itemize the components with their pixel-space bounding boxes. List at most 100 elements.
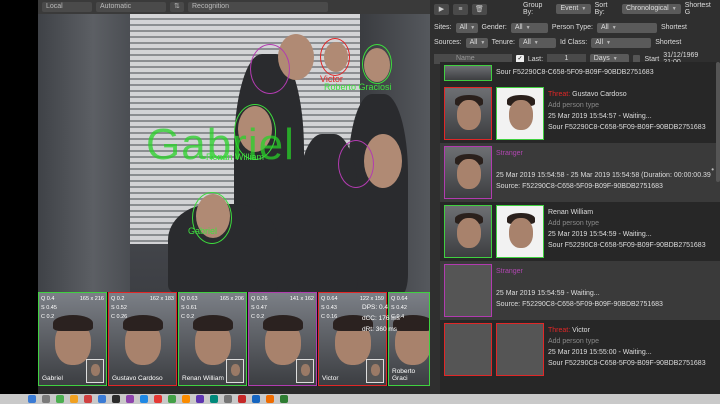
dock-app-icon[interactable] [252, 395, 260, 403]
thumbnail-card[interactable]: Q 0.4 165 x 216 S 0.45 C 0.2 Gabriel [38, 292, 107, 386]
add-person-type-link[interactable]: Add person type [548, 100, 706, 111]
thumbnail-name: Gustavo Cardoso [112, 375, 163, 382]
id-class-select[interactable]: All ▼ [591, 37, 652, 48]
dock-app-icon[interactable] [28, 395, 36, 403]
event-item[interactable]: Renan William Add person type 25 Mar 201… [440, 202, 720, 261]
tenure-select[interactable]: All ▼ [518, 37, 556, 48]
gender-value: All [514, 23, 523, 31]
quality-value: Q 0.2 [111, 296, 125, 302]
face-detection-ellipse [320, 38, 350, 76]
thumbnail-card[interactable]: Q 0.26 141 x 162 S 0.47 C 0.2 [248, 292, 317, 386]
events-scrollbar[interactable] [716, 62, 720, 182]
dock-app-icon[interactable] [42, 395, 50, 403]
person-name: Victor [572, 327, 590, 334]
events-list[interactable]: Sour F52290C8-C658-5F09-B09F-90BDB275168… [440, 62, 720, 394]
event-identity-image [496, 323, 544, 376]
event-time: 25 Mar 2019 15:54:58 - 25 Mar 2019 15:54… [496, 172, 711, 179]
dock-app-icon[interactable] [238, 395, 246, 403]
sites-select[interactable]: All ▼ [455, 22, 478, 33]
group-by-select[interactable]: Event ▼ [556, 4, 591, 14]
source-select[interactable]: Local [42, 2, 92, 12]
chevron-down-icon: ▼ [480, 39, 486, 46]
dock-app-icon[interactable] [56, 395, 64, 403]
dock-app-icon[interactable] [98, 395, 106, 403]
face-detection-ellipse [338, 140, 374, 188]
camera-feed[interactable]: Gabriel Victor Roberto Graciosi Renan Wi… [38, 14, 430, 292]
thumbnail-stats: Q 0.2 162 x 183 S 0.52 C 0.26 [111, 295, 174, 322]
face-detection-ellipse [250, 44, 290, 94]
event-source: Sour F52290C8-C658-5F09-B09F-90BDB275168… [496, 69, 654, 76]
dock-app-icon[interactable] [154, 395, 162, 403]
drt-readout: dRt: 360 ms [362, 326, 398, 333]
event-text: Renan William Add person type 25 Mar 201… [548, 205, 706, 251]
sort-by-select[interactable]: Chronological ▼ [621, 4, 681, 14]
recognition-select[interactable]: Recognition [188, 2, 328, 12]
dock-app-icon[interactable] [210, 395, 218, 403]
score-value: S 0.61 [181, 305, 197, 311]
dock-app-icon[interactable] [224, 395, 232, 403]
dock-app-icon[interactable] [84, 395, 92, 403]
dock-app-icon[interactable] [70, 395, 78, 403]
dock-app-icon[interactable] [196, 395, 204, 403]
add-person-type-link[interactable]: Add person type [548, 336, 706, 347]
confidence-value: C 0.2 [251, 314, 265, 320]
dock-app-icon[interactable] [182, 395, 190, 403]
event-source: Sour F52290C8-C658-5F09-B09F-90BDB275168… [548, 242, 706, 249]
quality-value: Q 0.26 [251, 296, 268, 302]
gender-select[interactable]: All ▼ [510, 22, 548, 33]
event-text: Stranger 25 Mar 2019 15:54:58 - 25 Mar 2… [496, 146, 711, 192]
dock-app-icon[interactable] [168, 395, 176, 403]
play-icon[interactable]: ▶ [434, 3, 449, 15]
face-detection-ellipse [192, 192, 232, 244]
event-source: Sour F52290C8-C658-5F09-B09F-90BDB275168… [548, 360, 706, 367]
score-value: S 0.45 [41, 305, 57, 311]
size-value: 165 x 206 [219, 296, 244, 302]
trash-icon[interactable]: 🗑 [471, 3, 487, 15]
event-item[interactable]: Threat: Gustavo Cardoso Add person type … [440, 84, 720, 143]
dock-app-icon[interactable] [140, 395, 148, 403]
event-capture-image [444, 65, 492, 81]
more-icon[interactable]: • [711, 165, 714, 174]
shortest-label-3: Shortest [655, 39, 682, 46]
event-item[interactable]: Threat: Victor Add person type 25 Mar 20… [440, 320, 720, 379]
sources-label: Sources: [434, 39, 462, 46]
stranger-tag: Stranger [496, 150, 523, 157]
chevron-down-icon: ▼ [533, 39, 539, 46]
sort-by-label: Sort By: [594, 2, 608, 16]
quality-value: Q 0.4 [41, 296, 55, 302]
event-text: Threat: Gustavo Cardoso Add person type … [548, 87, 706, 133]
event-text: Threat: Victor Add person type 25 Mar 20… [548, 323, 706, 369]
dock-app-icon[interactable] [126, 395, 134, 403]
thumbnail-card[interactable]: Q 0.2 162 x 183 S 0.52 C 0.26 Gustavo Car… [108, 292, 177, 386]
mode-select[interactable]: Automatic [96, 2, 166, 12]
event-item[interactable]: Sour F52290C8-C658-5F09-B09F-90BDB275168… [440, 62, 720, 84]
sites-label: Sites: [434, 24, 452, 31]
add-person-type-link[interactable]: Add person type [548, 218, 706, 229]
thumbnail-name: Renan William [182, 375, 224, 382]
event-item[interactable]: Stranger 25 Mar 2019 15:54:58 - 25 Mar 2… [440, 143, 720, 202]
person-type-select[interactable]: All ▼ [596, 22, 657, 33]
threat-label: Threat: [548, 91, 571, 98]
event-time: 25 Mar 2019 15:54:59 - Waiting... [548, 231, 652, 238]
thumbnail-name: Roberto Graci [392, 368, 416, 382]
size-value: 165 x 216 [79, 296, 104, 302]
dock-app-icon[interactable] [266, 395, 274, 403]
thumbnail-card[interactable]: Q 0.63 165 x 206 S 0.61 C 0.2 Renan Willi… [178, 292, 247, 386]
quality-value: Q 0.64 [321, 296, 338, 302]
person-name: Renan William [548, 209, 594, 216]
face [457, 218, 481, 248]
dock-app-icon[interactable] [280, 395, 288, 403]
chevron-down-icon: ▼ [581, 6, 587, 12]
event-text: Sour F52290C8-C658-5F09-B09F-90BDB275168… [496, 65, 654, 78]
chevron-down-icon: ▼ [611, 24, 617, 31]
event-item[interactable]: Stranger 25 Mar 2019 15:54:59 - Waiting.… [440, 261, 720, 320]
filters-area: Sites: All ▼ Gender: All ▼ Person Type: Al… [430, 18, 720, 52]
video-toolbar: Local Automatic ⇅ Recognition [38, 0, 430, 14]
face-label-gabriel: Gabriel [188, 226, 218, 236]
event-capture-image [444, 146, 492, 199]
face [509, 218, 533, 248]
sources-select[interactable]: All ▼ [465, 37, 488, 48]
dock-app-icon[interactable] [112, 395, 120, 403]
list-icon[interactable]: ≡ [452, 3, 468, 15]
swap-icon[interactable]: ⇅ [170, 2, 184, 12]
